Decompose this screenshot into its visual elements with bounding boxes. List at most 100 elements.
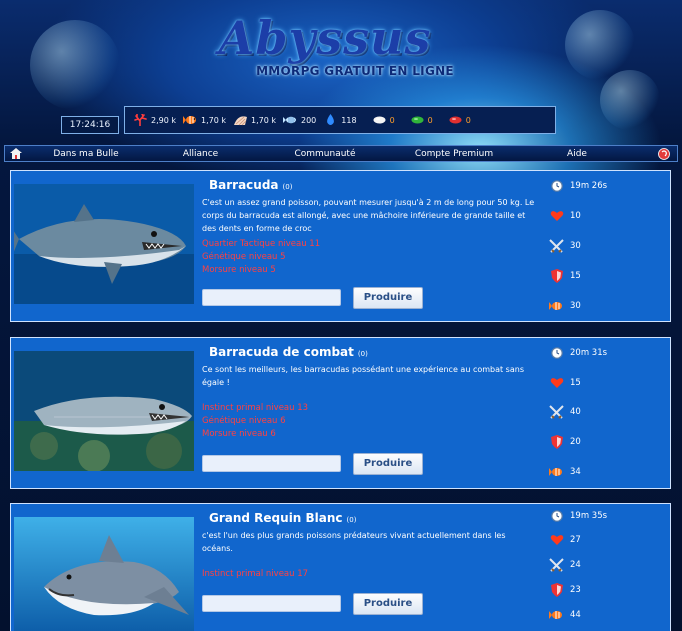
bubble-decoration [600,70,660,130]
produce-button[interactable]: Produire [353,593,423,615]
requirement: Morsure niveau 5 [202,265,276,275]
grand-requin-blanc-image [14,517,194,631]
stat-life: 15 [549,376,581,390]
unit-description: C'est un assez grand poisson, pouvant me… [202,198,535,233]
stat-life: 10 [549,209,581,223]
unit-name-text: Barracuda de combat [209,345,354,359]
fish-icon [183,114,198,126]
resource-red-pearl-value: 0 [465,115,471,125]
requirement: Génétique niveau 6 [202,416,286,426]
resource-school-of-fish: 200 [283,114,316,126]
crossed-swords-icon [549,239,564,253]
resource-red-pearl: 0 [448,114,471,126]
production-time-value: 20m 31s [570,348,608,358]
resource-white-pearl: 0 [372,114,395,126]
nav-aide[interactable]: Aide [514,149,640,159]
resource-water-value: 118 [341,115,357,125]
stat-life: 27 [549,533,581,547]
unit-card-barracuda-de-combat: Barracuda de combat (0) Ce sont les meill… [10,337,671,489]
resource-green-pearl: 0 [410,114,433,126]
home-icon[interactable] [5,148,27,159]
unit-name: Barracuda de combat (0) [209,345,368,359]
unit-count: (0) [357,350,368,358]
bubble-decoration [30,20,120,110]
requirement: Instinct primal niveau 17 [202,569,309,579]
nav-dans-ma-bulle[interactable]: Dans ma Bulle [27,149,145,159]
stat-cost: 30 [549,299,581,313]
requirement: Instinct primal niveau 13 [202,403,309,413]
unit-count: (0) [346,516,357,524]
stat-cost-value: 44 [570,610,581,620]
stat-attack-value: 40 [570,407,581,417]
unit-requirements: Instinct primal niveau 17 [202,568,502,581]
stat-attack: 40 [549,405,581,419]
stat-cost: 34 [549,465,581,479]
white-pearl-icon [372,114,387,126]
nav-communaute[interactable]: Communauté [256,149,394,159]
quantity-input[interactable] [202,455,341,472]
clock-icon [549,179,564,193]
nav-compte-premium[interactable]: Compte Premium [394,149,514,159]
game-logo[interactable]: Abyssus [180,8,470,68]
fish-icon [549,465,564,479]
requirement: Quartier Tactique niveau 11 [202,239,321,249]
resource-coral-value: 2,90 k [151,115,176,125]
clock-icon [549,509,564,523]
resource-fish: 1,70 k [183,114,226,126]
stat-attack-value: 30 [570,241,581,251]
red-pearl-icon [448,114,463,126]
quantity-input[interactable] [202,595,341,612]
resource-shell: 1,70 k [233,114,276,126]
resource-bar: 2,90 k 1,70 k 1,70 k 200 118 0 0 0 [124,106,556,134]
unit-description: c'est l'un des plus grands poissons préd… [202,531,506,553]
crossed-swords-icon [549,405,564,419]
resource-fish-value: 1,70 k [201,115,226,125]
water-drop-icon [323,114,338,126]
shield-icon [549,583,564,597]
heart-icon [549,376,564,390]
unit-name-text: Barracuda [209,178,279,192]
stat-attack: 24 [549,558,581,572]
production-time-value: 19m 35s [570,511,608,521]
clock-icon [549,346,564,360]
resource-green-pearl-value: 0 [427,115,433,125]
production-time-value: 19m 26s [570,181,608,191]
stat-cost-value: 34 [570,467,581,477]
unit-card-barracuda: Barracuda (0) C'est un assez grand poisso… [10,170,671,322]
game-subtitle: MMORPG GRATUIT EN LIGNE [256,64,454,78]
crossed-swords-icon [549,558,564,572]
main-nav: Dans ma Bulle Alliance Communauté Compte… [4,145,678,162]
production-time: 19m 26s [549,179,607,193]
produce-button[interactable]: Produire [353,287,423,309]
green-pearl-icon [410,114,425,126]
nav-alliance[interactable]: Alliance [145,149,256,159]
stat-defense: 15 [549,269,581,283]
unit-name-text: Grand Requin Blanc [209,511,343,525]
stat-cost-value: 30 [570,301,581,311]
resource-coral: 2,90 k [133,113,176,127]
resource-white-pearl-value: 0 [389,115,395,125]
fish-icon [549,608,564,622]
unit-name: Barracuda (0) [209,178,292,192]
unit-name: Grand Requin Blanc (0) [209,511,356,525]
stat-attack: 30 [549,239,581,253]
unit-description: Ce sont les meilleurs, les barracudas po… [202,365,524,387]
stat-defense-value: 20 [570,437,581,447]
resource-shell-value: 1,70 k [251,115,276,125]
requirement: Morsure niveau 6 [202,429,276,439]
stat-life-value: 27 [570,535,581,545]
unit-requirements: Quartier Tactique niveau 11 Génétique ni… [202,238,502,277]
production-time: 20m 31s [549,346,607,360]
production-time: 19m 35s [549,509,607,523]
resource-water: 118 [323,114,357,126]
coral-icon [133,113,148,127]
barracuda-de-combat-image [14,351,194,471]
unit-requirements: Instinct primal niveau 13 Génétique nive… [202,402,502,441]
fish-icon [549,299,564,313]
logout-icon[interactable] [651,147,677,160]
resource-school-of-fish-value: 200 [301,115,317,125]
shield-icon [549,435,564,449]
barracuda-image [14,184,194,304]
produce-button[interactable]: Produire [353,453,423,475]
quantity-input[interactable] [202,289,341,306]
